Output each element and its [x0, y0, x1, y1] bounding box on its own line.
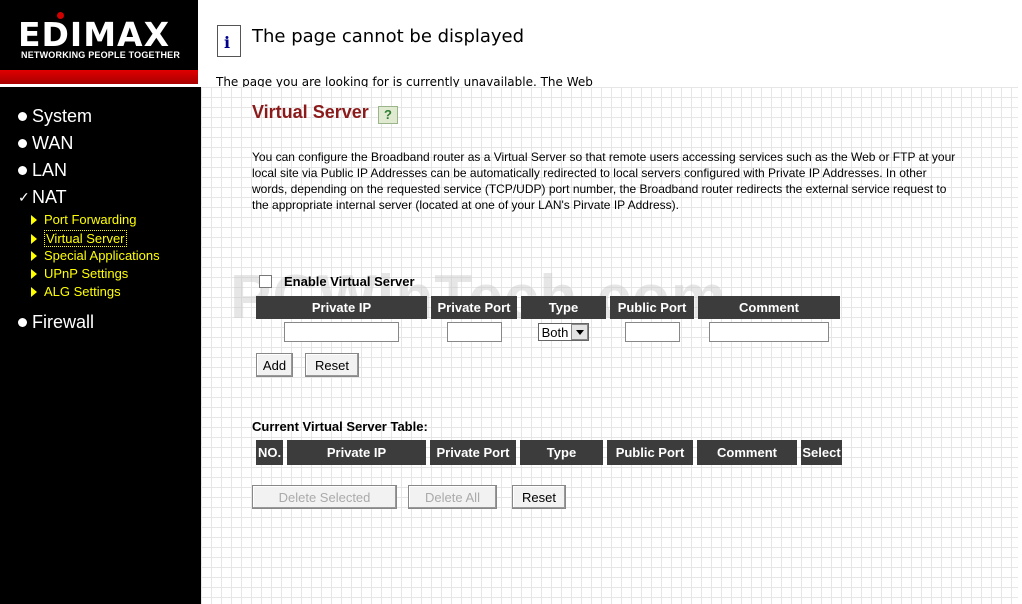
- cell: Both: [521, 319, 606, 345]
- logo-red-bar: [0, 70, 198, 84]
- submenu-item-alg-settings[interactable]: ALG Settings: [31, 284, 121, 299]
- delete-all-button[interactable]: Delete All: [408, 485, 497, 509]
- menu-label: NAT: [32, 187, 67, 207]
- triangle-icon: [31, 233, 37, 244]
- add-entry-table: Private IP Private Port Type Public Port…: [252, 296, 844, 345]
- help-icon[interactable]: ?: [378, 106, 398, 124]
- menu-label: Firewall: [32, 312, 95, 332]
- reset-button[interactable]: Reset: [305, 353, 359, 377]
- type-select[interactable]: Both: [537, 323, 590, 341]
- private-ip-input[interactable]: [284, 322, 399, 342]
- logo-tagline: NETWORKING PEOPLE TOGETHER: [21, 50, 181, 60]
- submenu-label: Special Applications: [44, 248, 160, 263]
- bullet-icon: [18, 318, 27, 327]
- menu-item-system[interactable]: System: [18, 106, 92, 127]
- header-private-ip: Private IP: [287, 440, 426, 465]
- menu-label: WAN: [32, 133, 74, 153]
- menu-label: LAN: [32, 160, 68, 180]
- submenu-label: Port Forwarding: [44, 212, 137, 227]
- triangle-icon: [31, 268, 37, 279]
- info-icon: i: [217, 25, 241, 57]
- cell: [431, 319, 517, 345]
- cell: [610, 319, 694, 345]
- enable-virtual-server-row[interactable]: Enable Virtual Server: [259, 274, 415, 289]
- public-port-input[interactable]: [624, 322, 680, 342]
- header-comment: Comment: [698, 296, 840, 319]
- header-private-port: Private Port: [430, 440, 516, 465]
- edimax-logo: EDIMAX: [18, 15, 171, 54]
- logo-dot-icon: [57, 12, 64, 19]
- reset-table-button[interactable]: Reset: [512, 485, 566, 509]
- error-title: The page cannot be displayed: [252, 26, 525, 47]
- bullet-icon: [18, 166, 27, 175]
- page-title: Virtual Server: [252, 102, 369, 122]
- header-private-port: Private Port: [431, 296, 517, 319]
- comment-input[interactable]: [709, 322, 829, 342]
- error-subtitle: The page you are looking for is currentl…: [216, 75, 593, 87]
- checkmark-icon: ✓: [18, 189, 30, 205]
- bullet-icon: [18, 139, 27, 148]
- current-virtual-server-table: NO. Private IP Private Port Type Public …: [252, 440, 846, 465]
- submenu-item-virtual-server[interactable]: Virtual Server: [31, 230, 127, 247]
- header-no: NO.: [256, 440, 283, 465]
- menu-label: System: [32, 106, 93, 126]
- logo-area: EDIMAX NETWORKING PEOPLE TOGETHER: [0, 0, 201, 87]
- delete-selected-button[interactable]: Delete Selected: [252, 485, 397, 509]
- triangle-icon: [31, 250, 37, 261]
- bullet-icon: [18, 112, 27, 121]
- header-comment: Comment: [697, 440, 797, 465]
- submenu-item-upnp-settings[interactable]: UPnP Settings: [31, 266, 128, 281]
- menu-item-wan[interactable]: WAN: [18, 133, 73, 154]
- enable-label: Enable Virtual Server: [284, 274, 415, 289]
- header-select: Select: [801, 440, 842, 465]
- add-button[interactable]: Add: [256, 353, 293, 377]
- submenu-label: ALG Settings: [44, 284, 121, 299]
- menu-item-nat[interactable]: ✓ NAT: [18, 187, 67, 208]
- header-type: Type: [520, 440, 603, 465]
- private-port-input[interactable]: [446, 322, 502, 342]
- sidebar: EDIMAX NETWORKING PEOPLE TOGETHER System…: [0, 0, 201, 604]
- logo-gap: [198, 0, 201, 87]
- cell: [256, 319, 427, 345]
- enable-checkbox[interactable]: [259, 275, 272, 288]
- chevron-down-icon[interactable]: [571, 324, 589, 340]
- menu-item-firewall[interactable]: Firewall: [18, 312, 94, 333]
- submenu-item-special-applications[interactable]: Special Applications: [31, 248, 160, 263]
- right-edge: [1018, 0, 1022, 604]
- triangle-icon: [31, 286, 37, 297]
- current-table-label: Current Virtual Server Table:: [252, 419, 428, 434]
- header-private-ip: Private IP: [256, 296, 427, 319]
- header-type: Type: [521, 296, 606, 319]
- cell: [698, 319, 840, 345]
- triangle-icon: [31, 214, 37, 225]
- submenu-item-port-forwarding[interactable]: Port Forwarding: [31, 212, 136, 227]
- menu-item-lan[interactable]: LAN: [18, 160, 67, 181]
- page-description: You can configure the Broadband router a…: [252, 150, 956, 212]
- type-select-value: Both: [541, 324, 569, 340]
- header-public-port: Public Port: [607, 440, 693, 465]
- submenu-label: Virtual Server: [44, 230, 127, 247]
- submenu-label: UPnP Settings: [44, 266, 129, 281]
- header-public-port: Public Port: [610, 296, 694, 319]
